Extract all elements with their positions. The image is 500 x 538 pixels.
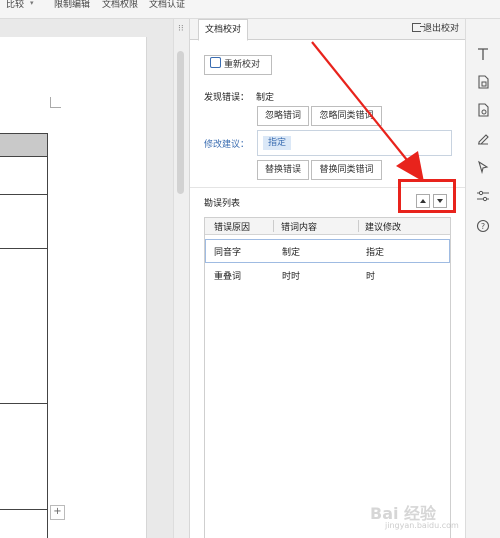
document-icon[interactable]: [476, 75, 490, 89]
text-icon[interactable]: [476, 47, 490, 61]
right-toolbar: ?: [465, 19, 500, 538]
svg-text:?: ?: [481, 222, 485, 231]
annotation-highlight-box: [398, 179, 456, 213]
help-icon[interactable]: ?: [476, 219, 490, 233]
document-settings-icon[interactable]: [476, 103, 490, 117]
annotation-arrow: [311, 41, 424, 182]
pen-icon[interactable]: [476, 131, 490, 145]
cursor-icon[interactable]: [476, 160, 490, 174]
watermark-url: jingyan.baidu.com: [385, 521, 459, 530]
sliders-icon[interactable]: [476, 189, 490, 203]
